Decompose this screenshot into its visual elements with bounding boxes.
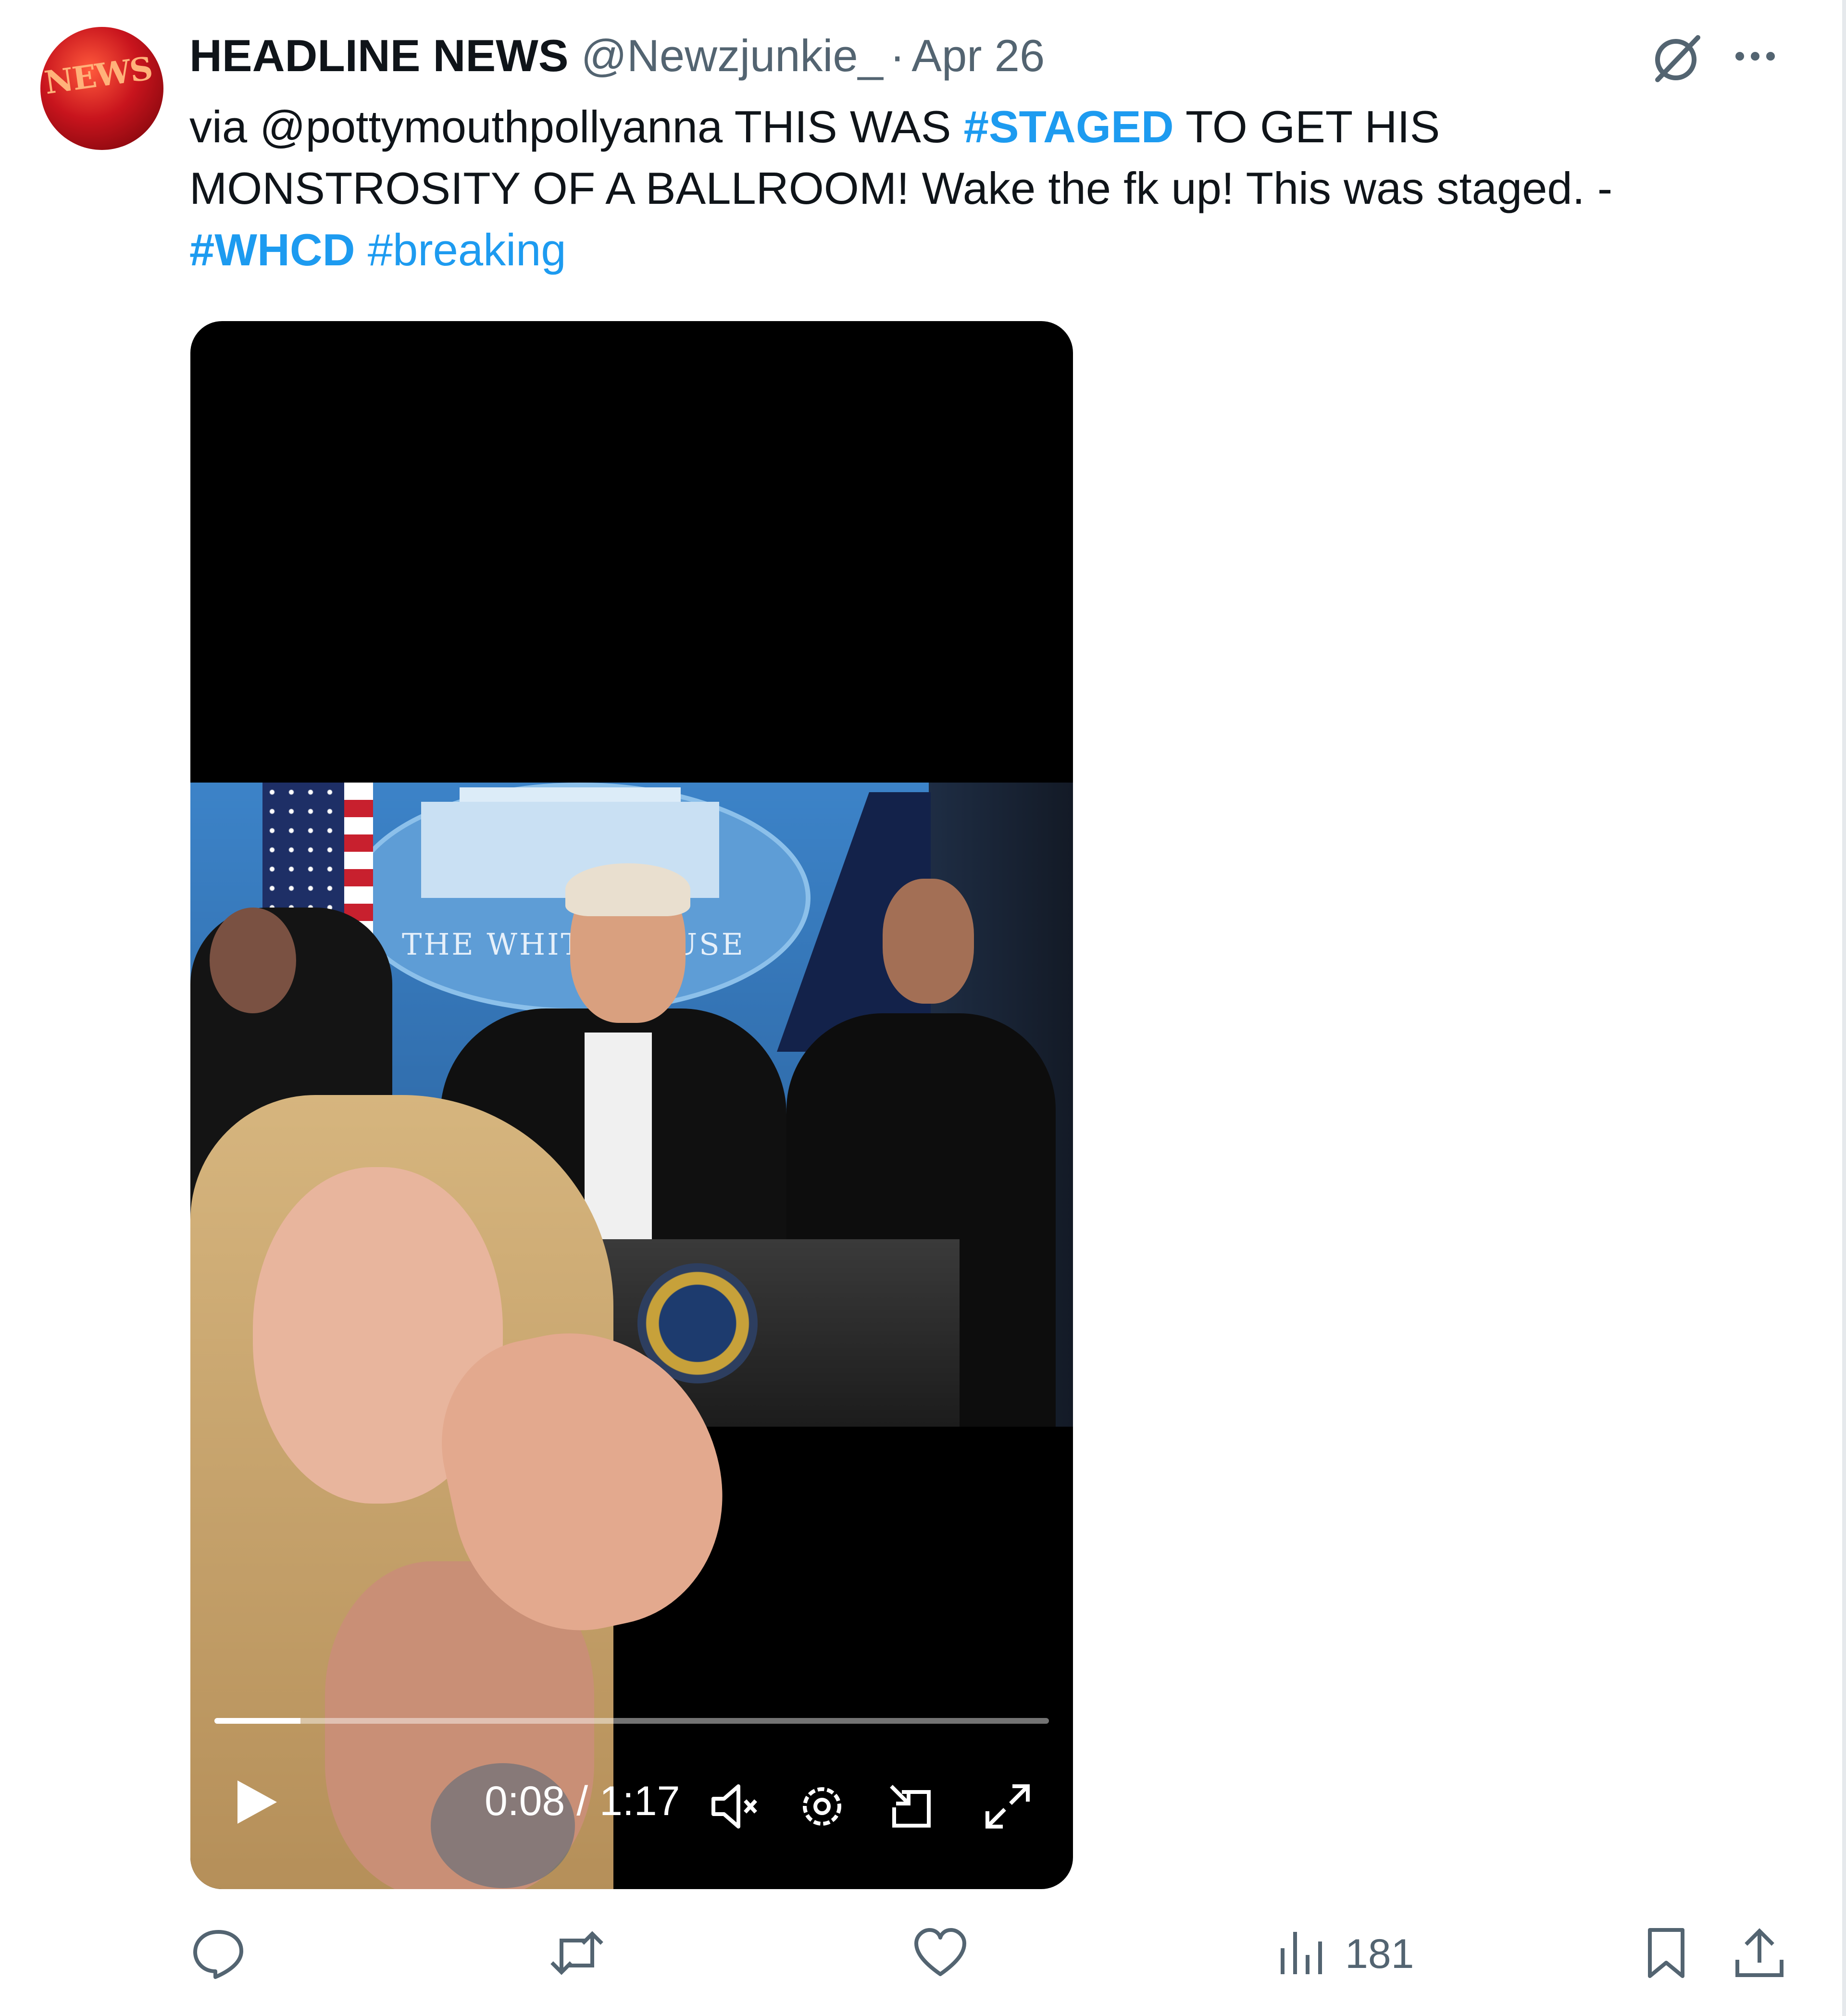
avatar-logo-text: NEWS [42,49,154,102]
window-edge [1842,0,1846,2016]
share-icon [1731,1924,1788,1984]
video-time: 0:08 / 1:17 [485,1778,680,1824]
tweet-actions: 181 [0,1918,1846,1990]
video-progress-fill [214,1718,300,1724]
more-options-icon[interactable] [1735,52,1775,61]
play-icon[interactable] [229,1776,282,1829]
pip-icon[interactable] [883,1778,940,1835]
tweet-header: HEADLINE NEWS @Newzjunkie_ · Apr 26 [189,30,1045,87]
tweet-date[interactable]: Apr 26 [911,30,1045,82]
hashtag-breaking[interactable]: #breaking [368,224,566,275]
fullscreen-icon[interactable] [979,1778,1036,1835]
tweet-text-part: via @pottymouthpollyanna THIS WAS [189,101,964,152]
views-icon [1273,1924,1331,1984]
retweet-icon [548,1924,606,1984]
tweet-text: via @pottymouthpollyanna THIS WAS #STAGE… [189,96,1728,281]
share-button[interactable] [1731,1918,1788,1990]
bookmark-button[interactable] [1637,1918,1695,1990]
separator-dot: · [889,30,905,81]
views-count: 181 [1345,1930,1414,1977]
retweet-button[interactable] [548,1918,606,1990]
views-button[interactable]: 181 [1273,1918,1414,1990]
bookmark-icon [1637,1924,1695,1984]
like-button[interactable] [911,1918,969,1990]
hashtag-whcd[interactable]: #WHCD [189,224,355,275]
hashtag-staged[interactable]: #STAGED [964,101,1174,152]
video-progress-bar[interactable] [214,1718,1049,1724]
video-player[interactable]: THE WHITE HOUSE 0:08 / 1:17 [190,321,1073,1889]
reply-button[interactable] [189,1918,247,1990]
user-handle[interactable]: @Newzjunkie_ [581,30,883,82]
reply-icon [189,1924,247,1984]
display-name[interactable]: HEADLINE NEWS [189,30,569,82]
settings-icon[interactable] [793,1778,851,1835]
avatar[interactable]: NEWS [40,27,163,150]
grok-icon[interactable] [1648,30,1706,87]
mute-icon[interactable] [705,1778,762,1835]
like-icon [911,1924,969,1984]
